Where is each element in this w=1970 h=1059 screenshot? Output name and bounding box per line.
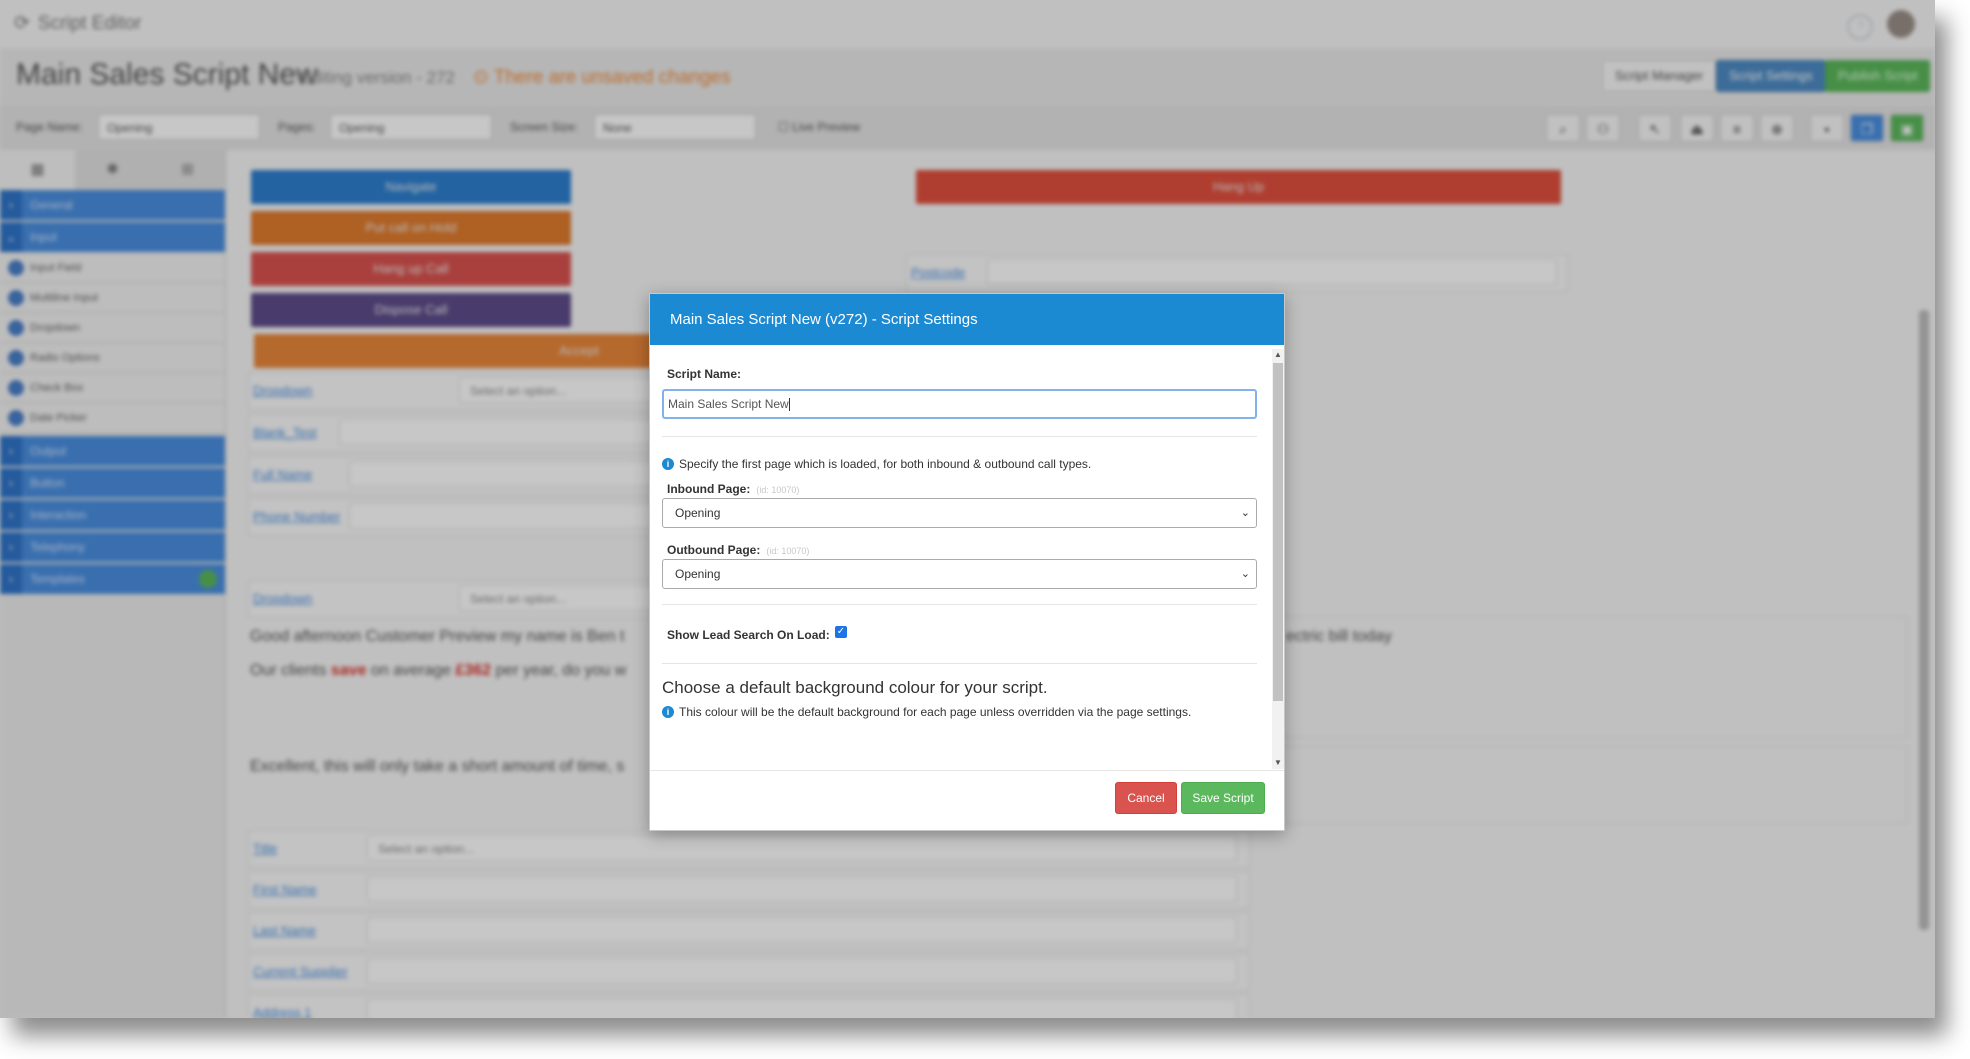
inbound-label-text: Inbound Page: xyxy=(667,482,751,496)
divider xyxy=(662,663,1257,664)
scroll-down-icon[interactable]: ▼ xyxy=(1272,757,1284,769)
background-colour-heading: Choose a default background colour for y… xyxy=(662,678,1048,697)
modal-footer: Cancel Save Script xyxy=(650,770,1284,831)
inbound-page-id-hint: (id: 10070) xyxy=(756,485,800,495)
cancel-button[interactable]: Cancel xyxy=(1115,782,1177,814)
scrollbar-thumb[interactable] xyxy=(1273,363,1283,701)
background-colour-info: i This colour will be the default backgr… xyxy=(662,705,1191,719)
outbound-page-value: Opening xyxy=(675,567,721,581)
modal-scrollbar[interactable]: ▲ ▼ xyxy=(1272,349,1284,769)
modal-title: Main Sales Script New (v272) - Script Se… xyxy=(650,294,1284,345)
scroll-up-icon[interactable]: ▲ xyxy=(1272,349,1284,361)
lead-search-label: Show Lead Search On Load: xyxy=(667,628,830,642)
script-name-value: Main Sales Script New xyxy=(668,397,789,411)
outbound-label-text: Outbound Page: xyxy=(667,543,761,557)
text-cursor xyxy=(788,398,790,412)
inbound-page-label: Inbound Page: (id: 10070) xyxy=(667,482,799,496)
script-settings-modal: Main Sales Script New (v272) - Script Se… xyxy=(649,293,1285,831)
outbound-page-select[interactable]: Opening ⌄ xyxy=(662,559,1257,589)
modal-body: Script Name: Main Sales Script New i Spe… xyxy=(650,345,1284,770)
script-name-label: Script Name: xyxy=(667,367,742,381)
outbound-page-label: Outbound Page: (id: 10070) xyxy=(667,543,809,557)
info-icon: i xyxy=(662,458,674,470)
outbound-page-id-hint: (id: 10070) xyxy=(766,546,810,556)
screenshot-frame: ⟳ Script Editor ? Main Sales Script New … xyxy=(0,0,1970,1059)
info-icon: i xyxy=(662,706,674,718)
chevron-down-icon: ⌄ xyxy=(1240,568,1250,580)
script-name-input[interactable]: Main Sales Script New xyxy=(662,389,1257,419)
divider xyxy=(662,604,1257,605)
script-editor-app: ⟳ Script Editor ? Main Sales Script New … xyxy=(0,0,1935,1018)
first-page-info: i Specify the first page which is loaded… xyxy=(662,457,1091,471)
inbound-page-value: Opening xyxy=(675,506,721,520)
save-script-button[interactable]: Save Script xyxy=(1181,782,1265,814)
divider xyxy=(662,436,1257,437)
chevron-down-icon: ⌄ xyxy=(1240,507,1250,519)
inbound-page-select[interactable]: Opening ⌄ xyxy=(662,498,1257,528)
background-colour-info-text: This colour will be the default backgrou… xyxy=(679,705,1192,719)
lead-search-checkbox[interactable]: ✓ xyxy=(835,626,847,638)
first-page-info-text: Specify the first page which is loaded, … xyxy=(679,457,1092,471)
